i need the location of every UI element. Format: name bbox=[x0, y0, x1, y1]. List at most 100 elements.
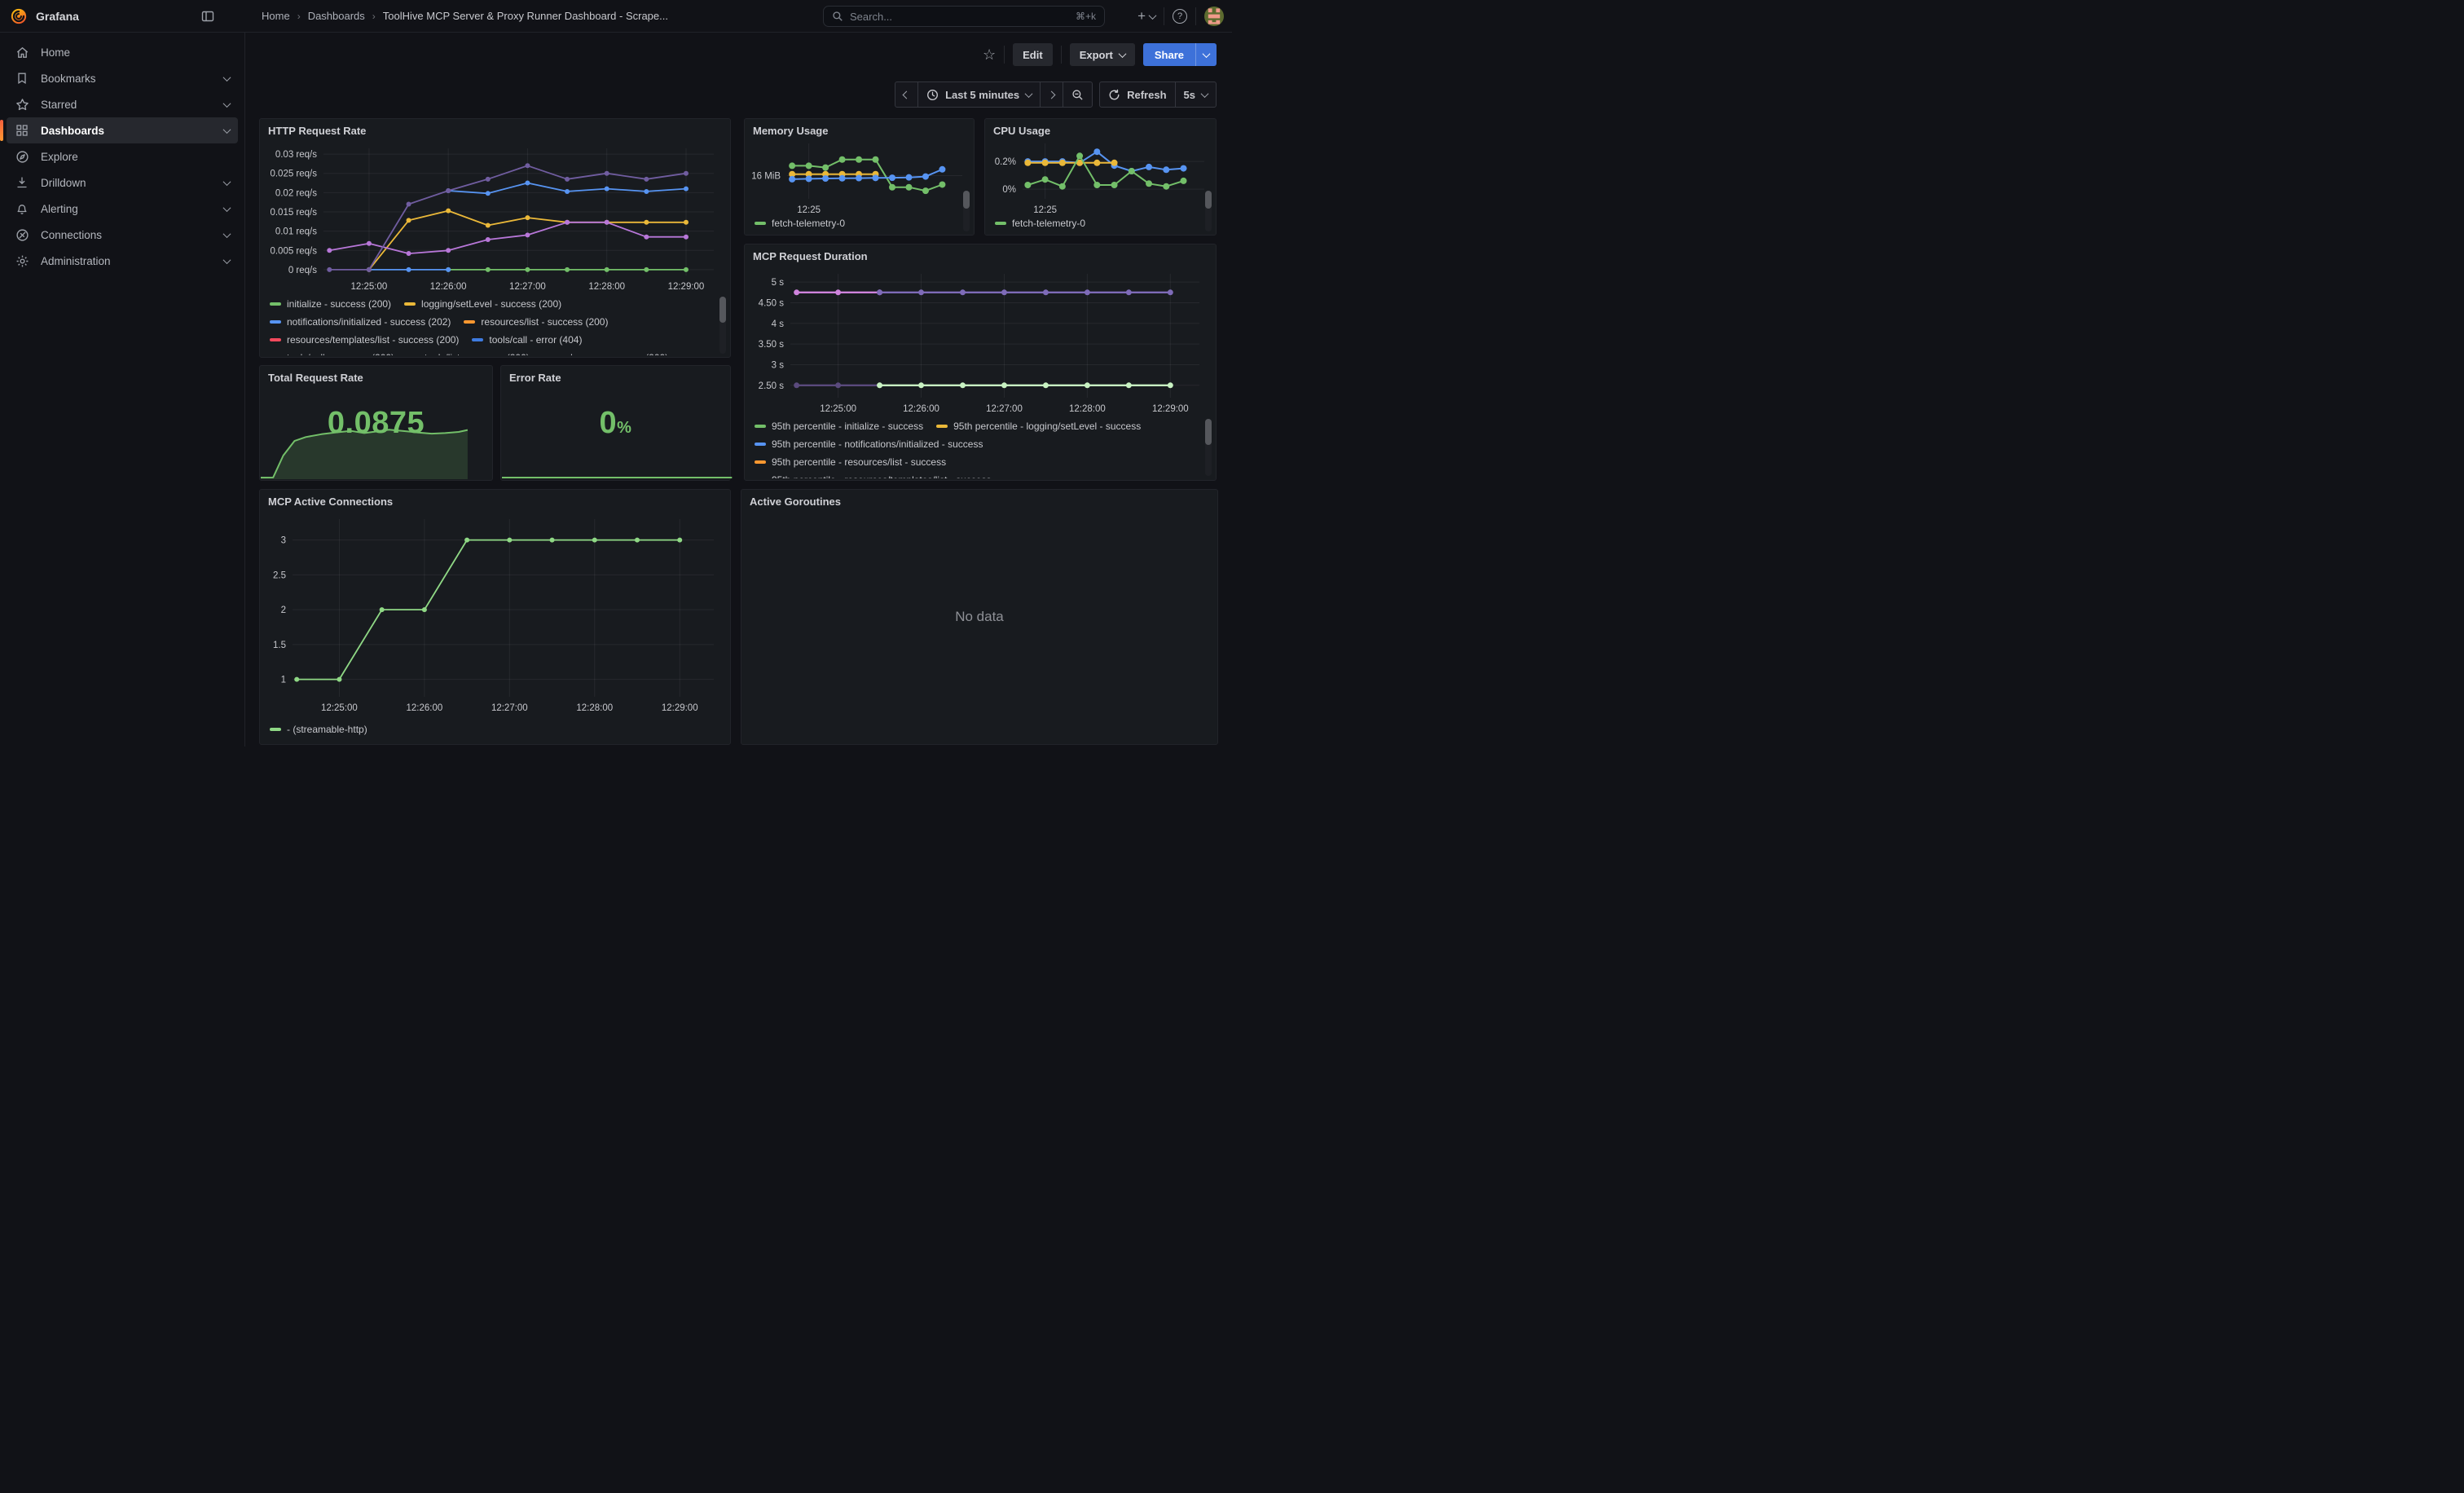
legend-item[interactable]: 95th percentile - notifications/initiali… bbox=[755, 438, 983, 450]
legend-swatch bbox=[755, 443, 766, 446]
panel-title[interactable]: HTTP Request Rate bbox=[260, 119, 730, 137]
mcp-request-duration-legend: 95th percentile - initialize - success 95… bbox=[755, 417, 1204, 478]
refresh-label: Refresh bbox=[1127, 89, 1166, 101]
legend-item[interactable]: resources/list - success (200) bbox=[464, 316, 608, 328]
legend-scrollbar[interactable] bbox=[719, 297, 726, 354]
legend-item[interactable]: 95th percentile - resources/list - succe… bbox=[755, 456, 946, 468]
legend-row: - (streamable-http) bbox=[270, 720, 719, 738]
svg-text:1: 1 bbox=[281, 676, 286, 685]
legend-label: 95th percentile - notifications/initiali… bbox=[772, 438, 983, 450]
export-button[interactable]: Export bbox=[1070, 43, 1135, 66]
refresh-interval-picker[interactable]: 5s bbox=[1176, 82, 1216, 107]
svg-text:0 req/s: 0 req/s bbox=[288, 266, 317, 275]
scrollbar-thumb[interactable] bbox=[719, 297, 726, 323]
star-icon bbox=[15, 97, 29, 112]
sidebar-item-label: Drilldown bbox=[41, 177, 86, 189]
svg-text:2.50 s: 2.50 s bbox=[759, 381, 785, 391]
export-label: Export bbox=[1080, 49, 1113, 61]
avatar[interactable] bbox=[1204, 7, 1224, 26]
panel-scrollbar[interactable] bbox=[963, 191, 970, 231]
search-icon bbox=[832, 11, 843, 22]
sidebar-item-drilldown[interactable]: Drilldown bbox=[7, 170, 238, 196]
http-request-rate-chart: 12:25:0012:26:0012:27:0012:28:0012:29:00… bbox=[263, 142, 727, 295]
zoom-out-button[interactable] bbox=[1063, 82, 1092, 107]
legend-label: tools/call - error (404) bbox=[489, 334, 582, 346]
legend-row: tools/call - success (200) tools/list - s… bbox=[270, 349, 719, 355]
error-rate-value: 0% bbox=[600, 406, 632, 441]
legend-row: fetch-telemetry-0 bbox=[755, 214, 962, 232]
refresh-button[interactable]: Refresh bbox=[1100, 82, 1175, 107]
http-request-rate-legend: initialize - success (200) logging/setLev… bbox=[270, 295, 719, 355]
time-back-button[interactable] bbox=[895, 82, 918, 107]
svg-text:3 s: 3 s bbox=[772, 360, 785, 370]
legend-item[interactable]: resources/templates/list - success (200) bbox=[270, 334, 459, 346]
svg-text:5 s: 5 s bbox=[772, 278, 785, 288]
scrollbar-thumb[interactable] bbox=[1205, 419, 1212, 445]
legend-item[interactable]: 95th percentile - initialize - success bbox=[755, 421, 923, 432]
share-menu-button[interactable] bbox=[1195, 43, 1217, 66]
edit-button[interactable]: Edit bbox=[1013, 43, 1053, 66]
panel-title[interactable]: MCP Active Connections bbox=[260, 490, 730, 508]
share-button[interactable]: Share bbox=[1143, 43, 1195, 66]
dashboards-icon bbox=[15, 123, 29, 138]
legend-label: - (streamable-http) bbox=[287, 724, 367, 735]
mcp-active-connections-legend: - (streamable-http) bbox=[270, 720, 719, 740]
legend-item[interactable]: logging/setLevel - success (200) bbox=[404, 298, 561, 310]
legend-item[interactable]: 95th percentile - resources/templates/li… bbox=[755, 474, 991, 478]
panel-title[interactable]: MCP Request Duration bbox=[745, 244, 1216, 262]
sidebar-item-explore[interactable]: Explore bbox=[7, 143, 238, 170]
legend-item[interactable]: 95th percentile - logging/setLevel - suc… bbox=[936, 421, 1141, 432]
legend-item[interactable]: notifications/initialized - success (202… bbox=[270, 316, 451, 328]
legend-item[interactable]: fetch-telemetry-0 bbox=[995, 218, 1085, 229]
legend-item[interactable]: - (streamable-http) bbox=[270, 724, 367, 735]
scrollbar-thumb[interactable] bbox=[963, 191, 970, 209]
search-box[interactable]: ⌘+k bbox=[823, 6, 1105, 27]
sidebar-toggle-icon[interactable] bbox=[201, 10, 214, 23]
svg-text:0.2%: 0.2% bbox=[995, 157, 1016, 167]
legend-item[interactable]: tools/call - success (200) bbox=[270, 352, 394, 355]
legend-item[interactable]: tools/list - success (200) bbox=[407, 352, 530, 355]
time-forward-button[interactable] bbox=[1041, 82, 1063, 107]
legend-item[interactable]: initialize - success (200) bbox=[270, 298, 391, 310]
sidebar-item-administration[interactable]: Administration bbox=[7, 248, 238, 274]
legend-swatch bbox=[270, 728, 281, 731]
breadcrumb-dashboards[interactable]: Dashboards bbox=[308, 10, 365, 22]
add-button[interactable]: + bbox=[1137, 8, 1155, 24]
legend-item[interactable]: tools/call - error (404) bbox=[472, 334, 582, 346]
grafana-app: Grafana Home › Dashboards › ToolHive MCP… bbox=[0, 0, 1232, 746]
panel-title[interactable]: CPU Usage bbox=[985, 119, 1216, 137]
search-input[interactable] bbox=[850, 11, 1069, 23]
time-range-picker[interactable]: Last 5 minutes bbox=[918, 82, 1041, 107]
favorite-star-icon[interactable]: ☆ bbox=[983, 47, 996, 62]
legend-swatch bbox=[472, 338, 483, 341]
sidebar-item-starred[interactable]: Starred bbox=[7, 91, 238, 117]
chevron-down-icon bbox=[1118, 50, 1126, 58]
panel-http-request-rate: HTTP Request Rate 12:25:0012:26:0012:27:… bbox=[259, 118, 731, 358]
panel-memory-usage: Memory Usage 12:2516 MiB fetch-telemetry… bbox=[744, 118, 975, 236]
sidebar-item-dashboards[interactable]: Dashboards bbox=[7, 117, 238, 143]
sidebar-item-home[interactable]: Home bbox=[7, 39, 238, 65]
breadcrumb-home[interactable]: Home bbox=[262, 10, 290, 22]
svg-text:12:26:00: 12:26:00 bbox=[903, 404, 939, 414]
connections-icon bbox=[15, 227, 29, 242]
divider bbox=[1004, 46, 1005, 64]
legend-label: notifications/initialized - success (202… bbox=[287, 316, 451, 328]
sidebar-item-bookmarks[interactable]: Bookmarks bbox=[7, 65, 238, 91]
legend-item[interactable]: unknown - success (200) bbox=[543, 352, 668, 355]
legend-row: 95th percentile - notifications/initiali… bbox=[755, 435, 1204, 453]
refresh-interval-label: 5s bbox=[1184, 89, 1195, 101]
sidebar-item-alerting[interactable]: Alerting bbox=[7, 196, 238, 222]
legend-row: notifications/initialized - success (202… bbox=[270, 313, 719, 331]
sidebar-item-label: Administration bbox=[41, 255, 111, 267]
legend-label: resources/templates/list - success (200) bbox=[287, 334, 459, 346]
scrollbar-thumb[interactable] bbox=[1205, 191, 1212, 209]
panel-title[interactable]: Memory Usage bbox=[745, 119, 974, 137]
legend-item[interactable]: fetch-telemetry-0 bbox=[755, 218, 845, 229]
legend-scrollbar[interactable] bbox=[1205, 419, 1212, 476]
panel-scrollbar[interactable] bbox=[1205, 191, 1212, 231]
legend-label: resources/list - success (200) bbox=[481, 316, 608, 328]
sidebar-item-connections[interactable]: Connections bbox=[7, 222, 238, 248]
help-icon[interactable]: ? bbox=[1173, 9, 1187, 24]
breadcrumb-current[interactable]: ToolHive MCP Server & Proxy Runner Dashb… bbox=[383, 10, 668, 22]
legend-row: 95th percentile - resources/templates/li… bbox=[755, 471, 1204, 478]
